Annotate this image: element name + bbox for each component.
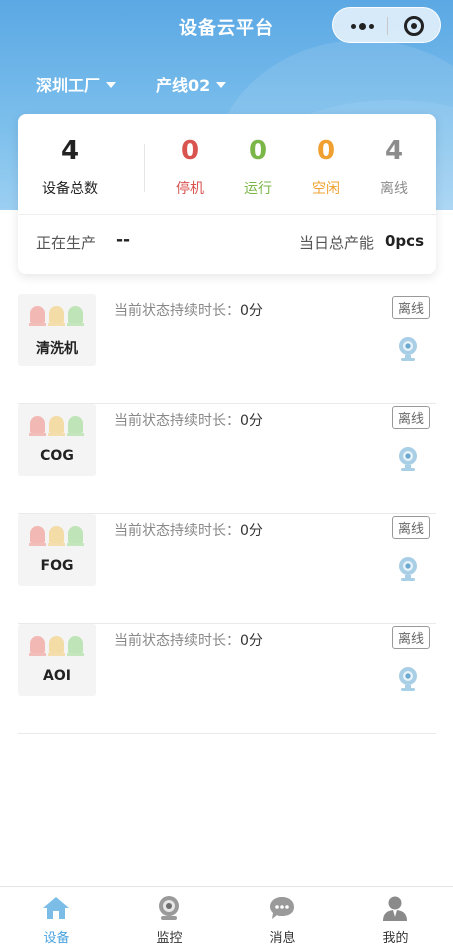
target-close-icon[interactable] (404, 16, 424, 36)
tab-label: 设备 (43, 931, 70, 946)
daily-output-label: 当日总产能 (298, 234, 374, 252)
total-stat: 4 设备总数 (36, 136, 104, 198)
user-icon (383, 896, 407, 921)
tab-monitor[interactable]: 监控 (113, 887, 226, 948)
stat-stopped: 0 停机 (168, 136, 212, 198)
summary-card: 4 设备总数 0 停机 0 运行 0 空闲 4 离线 正在生产 -- 当日总产能… (18, 114, 436, 274)
line-selector-label: 产线02 (156, 76, 211, 95)
daily-output-value: 0pcs (385, 232, 424, 250)
duration-value: 0分 (240, 523, 263, 539)
device-name: AOI (43, 668, 71, 684)
producing-label: 正在生产 (36, 234, 97, 252)
camera-icon (159, 896, 179, 920)
stat-value: 4 (384, 136, 404, 166)
device-name: FOG (40, 558, 74, 574)
line-selector[interactable]: 产线02 (156, 72, 227, 96)
factory-selector[interactable]: 深圳工厂 (36, 72, 117, 96)
stat-divider (144, 144, 145, 192)
duration-label: 当前状态持续时长： (114, 633, 240, 649)
duration-label: 当前状态持续时长： (114, 303, 240, 319)
miniprogram-capsule (332, 7, 441, 43)
duration-label: 当前状态持续时长： (114, 523, 240, 539)
stat-idle: 0 空闲 (304, 136, 348, 198)
camera-icon[interactable] (398, 446, 418, 472)
device-row[interactable]: 清洗机 当前状态持续时长：0分 离线 (18, 294, 436, 404)
tab-messages[interactable]: 消息 (226, 887, 339, 948)
more-dots-icon[interactable] (351, 23, 374, 30)
device-thumbnail: AOI (18, 624, 96, 696)
tab-label: 监控 (156, 931, 183, 946)
traffic-light-icon (29, 306, 84, 326)
device-thumbnail: FOG (18, 514, 96, 586)
stat-offline: 4 离线 (372, 136, 416, 198)
traffic-light-icon (29, 416, 84, 436)
state-duration: 当前状态持续时长：0分 (114, 300, 263, 320)
state-duration: 当前状态持续时长：0分 (114, 630, 263, 650)
state-duration: 当前状态持续时长：0分 (114, 520, 263, 540)
traffic-light-icon (29, 526, 84, 546)
state-duration: 当前状态持续时长：0分 (114, 410, 263, 430)
camera-icon[interactable] (398, 666, 418, 692)
duration-value: 0分 (240, 633, 263, 649)
camera-icon[interactable] (398, 336, 418, 362)
device-name: 清洗机 (36, 341, 78, 357)
tab-label: 我的 (382, 931, 409, 946)
capsule-divider (387, 17, 388, 35)
device-row[interactable]: FOG 当前状态持续时长：0分 离线 (18, 514, 436, 624)
total-count: 4 (60, 136, 80, 166)
chevron-down-icon (106, 82, 117, 88)
tab-devices[interactable]: 设备 (0, 887, 113, 948)
stat-label: 空闲 (312, 181, 340, 197)
factory-selector-label: 深圳工厂 (36, 76, 101, 95)
status-badge: 离线 (391, 516, 430, 539)
device-thumbnail: COG (18, 404, 96, 476)
device-thumbnail: 清洗机 (18, 294, 96, 366)
duration-value: 0分 (240, 413, 263, 429)
stat-label: 运行 (244, 181, 272, 197)
summary-divider (18, 214, 436, 215)
device-name: COG (40, 448, 74, 464)
duration-label: 当前状态持续时长： (114, 413, 240, 429)
traffic-light-icon (29, 636, 84, 656)
stat-label: 停机 (176, 181, 204, 197)
device-row[interactable]: AOI 当前状态持续时长：0分 离线 (18, 624, 436, 734)
home-icon (43, 897, 69, 919)
stat-running: 0 运行 (236, 136, 280, 198)
chat-icon (270, 897, 294, 919)
stat-value: 0 (248, 136, 268, 166)
stat-label: 离线 (380, 181, 408, 197)
duration-value: 0分 (240, 303, 263, 319)
tab-label: 消息 (269, 931, 296, 946)
device-row[interactable]: COG 当前状态持续时长：0分 离线 (18, 404, 436, 514)
status-badge: 离线 (391, 296, 430, 319)
chevron-down-icon (216, 82, 227, 88)
status-badge: 离线 (391, 406, 430, 429)
tab-bar: 设备 监控 消息 我的 (0, 886, 453, 948)
producing-value: -- (116, 230, 131, 250)
stat-value: 0 (316, 136, 336, 166)
stat-value: 0 (180, 136, 200, 166)
total-label: 设备总数 (42, 181, 98, 197)
tab-profile[interactable]: 我的 (339, 887, 452, 948)
camera-icon[interactable] (398, 556, 418, 582)
status-badge: 离线 (391, 626, 430, 649)
